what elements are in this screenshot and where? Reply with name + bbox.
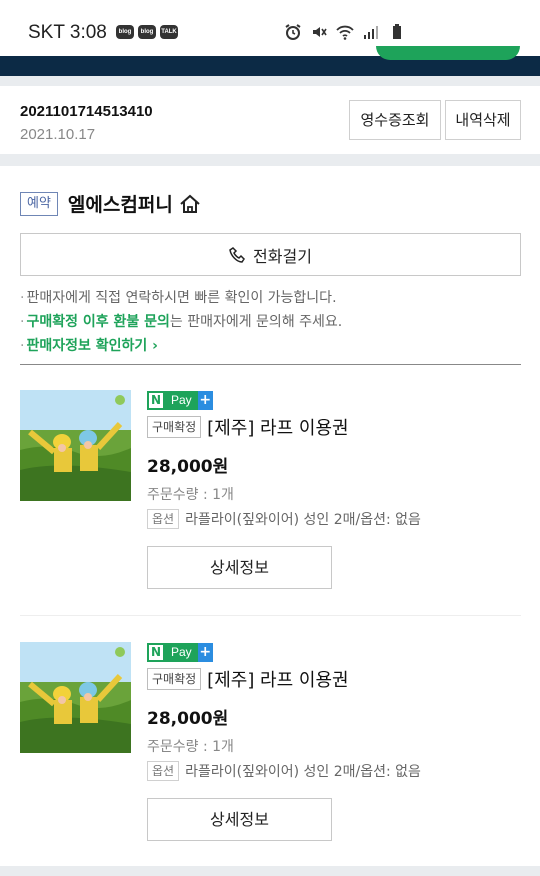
npay-plus-badge: N Pay + [147,391,213,410]
bottom-band [0,866,540,876]
order-header: 2021101714513410 2021.10.17 영수증조회 내역삭제 [0,86,540,154]
product-option: 옵션 라플라이(짚와이어) 성인 2매/옵션: 없음 [147,509,421,529]
receipt-button[interactable]: 영수증조회 [349,100,441,140]
store-home-icon[interactable] [179,194,201,214]
option-text: 라플라이(짚와이어) 성인 2매/옵션: 없음 [185,764,421,780]
product-quantity: 주문수량 : 1개 [147,739,234,755]
status-time: SKT 3:08 [28,22,107,43]
product-item: N Pay + 구매확정 [제주] 라프 이용권 28,000원 주문수량 : … [0,630,540,876]
option-tag: 옵션 [147,761,180,781]
phone-icon [229,246,246,263]
detail-info-button[interactable]: 상세정보 [147,798,332,841]
product-title[interactable]: [제주] 라프 이용권 [207,414,348,440]
order-date: 2021.10.17 [20,126,96,143]
mute-icon [313,27,327,37]
reservation-badge: 예약 [20,191,58,216]
npay-plus-badge: N Pay + [147,643,213,662]
zipline-photo-image [20,642,131,753]
seller-notes: · 판매자에게 직접 연락하시면 빠른 확인이 가능합니다. · 구매확정 이후 환… [20,286,342,358]
npay-label: Pay [165,391,198,410]
seller-name[interactable]: 엘에스컴퍼니 [68,190,173,217]
blog-notification-icon: blog [138,25,156,39]
seller-info-link[interactable]: 판매자정보 확인하기 [26,338,147,354]
npay-n-icon: N [147,391,165,410]
note-contact-text: 판매자에게 직접 연락하시면 빠른 확인이 가능합니다. [26,290,337,306]
order-number: 2021101714513410 [20,103,153,120]
header-band [0,46,540,76]
option-text: 라플라이(짚와이어) 성인 2매/옵션: 없음 [185,512,421,528]
system-icons [284,23,406,41]
note-line: · 구매확정 이후 환불 문의는 판매자에게 문의해 주세요. [20,314,343,330]
divider [20,364,521,365]
npay-label: Pay [165,643,198,662]
call-button-label: 전화걸기 [253,246,312,266]
note-refund-highlight: 구매확정 이후 환불 문의 [26,314,170,330]
alarm-icon [285,24,301,40]
order-detail-card: 예약 엘에스컴퍼니 전화걸기 · 판매자에게 직접 연락하시면 빠른 확인이 가능… [0,166,540,866]
product-quantity: 주문수량 : 1개 [147,487,234,503]
note-refund-text: 는 판매자에게 문의해 주세요. [169,314,343,330]
wifi-icon [336,25,354,40]
header-action-button[interactable] [376,46,520,60]
purchase-status-badge: 구매확정 [147,668,202,690]
product-price: 28,000원 [147,709,229,729]
product-title-row: 구매확정 [제주] 라프 이용권 [147,666,349,692]
product-title-row: 구매확정 [제주] 라프 이용권 [147,414,349,440]
detail-info-button[interactable]: 상세정보 [147,546,332,589]
product-item: N Pay + 구매확정 [제주] 라프 이용권 28,000원 주문수량 : … [0,378,540,628]
npay-n-icon: N [147,643,165,662]
divider [20,615,521,616]
product-title[interactable]: [제주] 라프 이용권 [207,666,348,692]
plus-icon: + [197,391,213,410]
product-price: 28,000원 [147,457,229,477]
product-thumbnail[interactable] [20,642,131,753]
chevron-right-icon: › [147,338,158,354]
blog-notification-icon: blog [116,25,134,39]
product-thumbnail[interactable] [20,390,131,501]
plus-icon: + [197,643,213,662]
signal-icon [364,26,378,39]
product-option: 옵션 라플라이(짚와이어) 성인 2매/옵션: 없음 [147,761,421,781]
talk-notification-icon: TALK [160,25,178,39]
note-line[interactable]: · 판매자정보 확인하기 › [20,334,342,358]
call-button[interactable]: 전화걸기 [20,233,521,276]
notification-icons: blog blog TALK [116,25,178,39]
purchase-status-badge: 구매확정 [147,416,202,438]
option-tag: 옵션 [147,509,180,529]
seller-row: 예약 엘에스컴퍼니 [20,190,201,217]
delete-history-button[interactable]: 내역삭제 [445,100,521,140]
battery-icon [393,24,401,39]
zipline-photo-image [20,390,131,501]
note-line: · 판매자에게 직접 연락하시면 빠른 확인이 가능합니다. [20,290,337,306]
